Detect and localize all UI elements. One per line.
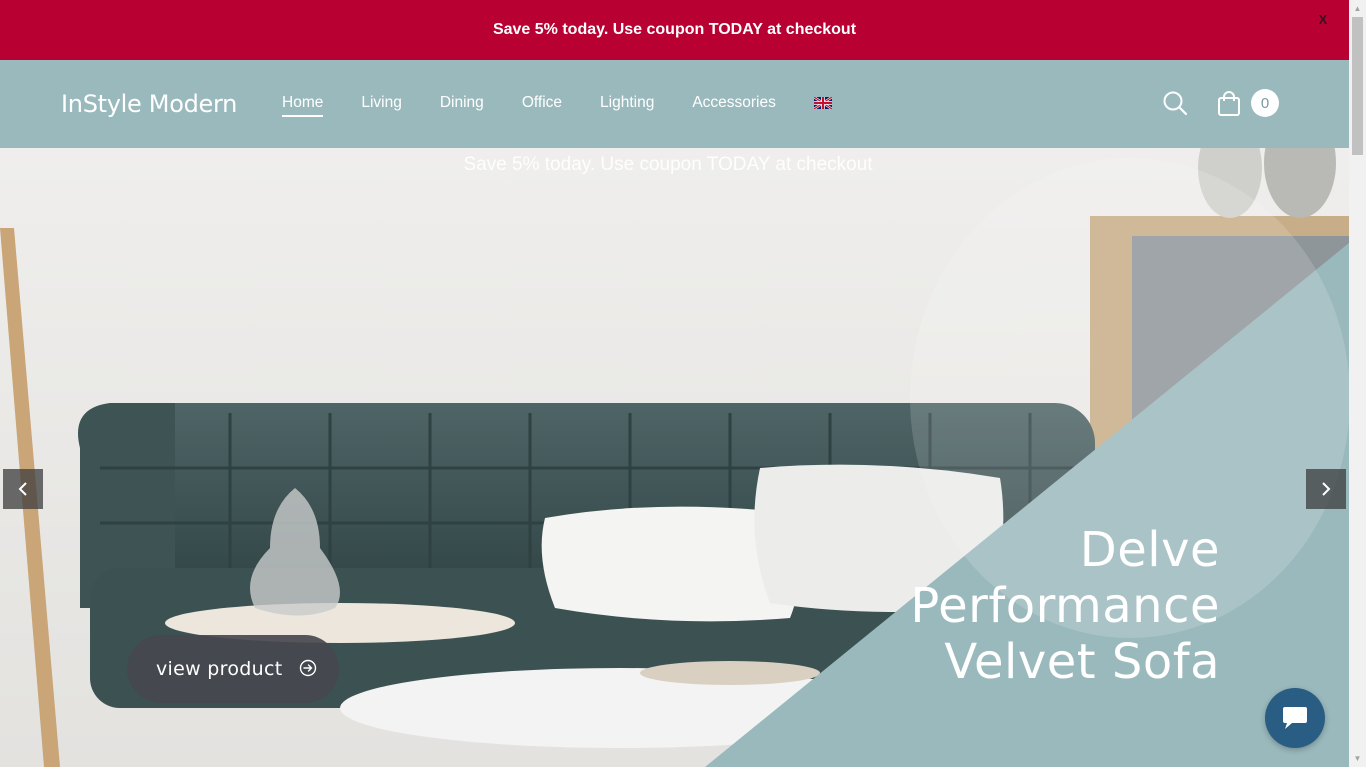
nav-item-living[interactable]: Living [361, 94, 402, 117]
promo-text: Save 5% today. Use coupon TODAY at check… [492, 21, 857, 38]
hero-slider: Save 5% today. Use coupon TODAY at check… [0, 148, 1349, 767]
hero-title: Delve Performance Velvet Sofa [910, 522, 1220, 690]
scrollbar-thumb[interactable] [1352, 17, 1363, 155]
shopping-bag-icon[interactable] [1216, 91, 1242, 117]
chevron-right-icon [1322, 482, 1331, 496]
slider-prev-button[interactable] [3, 469, 43, 509]
main-nav: Home Living Dining Office Lighting Acces… [282, 94, 832, 117]
nav-item-lighting[interactable]: Lighting [600, 94, 654, 117]
close-icon[interactable]: X [1315, 12, 1331, 28]
hero-title-line: Velvet Sofa [944, 634, 1220, 690]
hero-title-line: Delve [1079, 522, 1220, 578]
cart-count-badge[interactable]: 0 [1251, 89, 1279, 117]
site-header: InStyle Modern Home Living Dining Office… [0, 60, 1349, 148]
uk-flag-icon[interactable] [813, 97, 832, 109]
hero-title-line: Performance [910, 578, 1220, 634]
nav-item-office[interactable]: Office [522, 94, 562, 117]
scroll-up-icon[interactable]: ▲ [1349, 0, 1366, 17]
page-scrollbar[interactable]: ▲ ▼ [1349, 0, 1366, 767]
nav-item-dining[interactable]: Dining [440, 94, 484, 117]
hero-promo-text: Save 5% today. Use coupon TODAY at check… [463, 154, 873, 175]
promo-bar: Save 5% today. Use coupon TODAY at check… [0, 0, 1349, 60]
chat-button[interactable] [1265, 688, 1325, 748]
chevron-left-icon [18, 482, 27, 496]
site-logo[interactable]: InStyle Modern [61, 90, 237, 118]
view-product-button[interactable]: view product [127, 635, 339, 703]
nav-item-accessories[interactable]: Accessories [692, 94, 776, 117]
nav-item-home[interactable]: Home [282, 94, 324, 117]
slider-next-button[interactable] [1306, 469, 1346, 509]
chat-bubble-icon [1283, 707, 1307, 729]
search-icon[interactable] [1162, 90, 1188, 116]
arrow-right-circle-icon [299, 659, 317, 677]
scroll-down-icon[interactable]: ▼ [1349, 750, 1366, 767]
view-product-label: view product [156, 658, 283, 680]
